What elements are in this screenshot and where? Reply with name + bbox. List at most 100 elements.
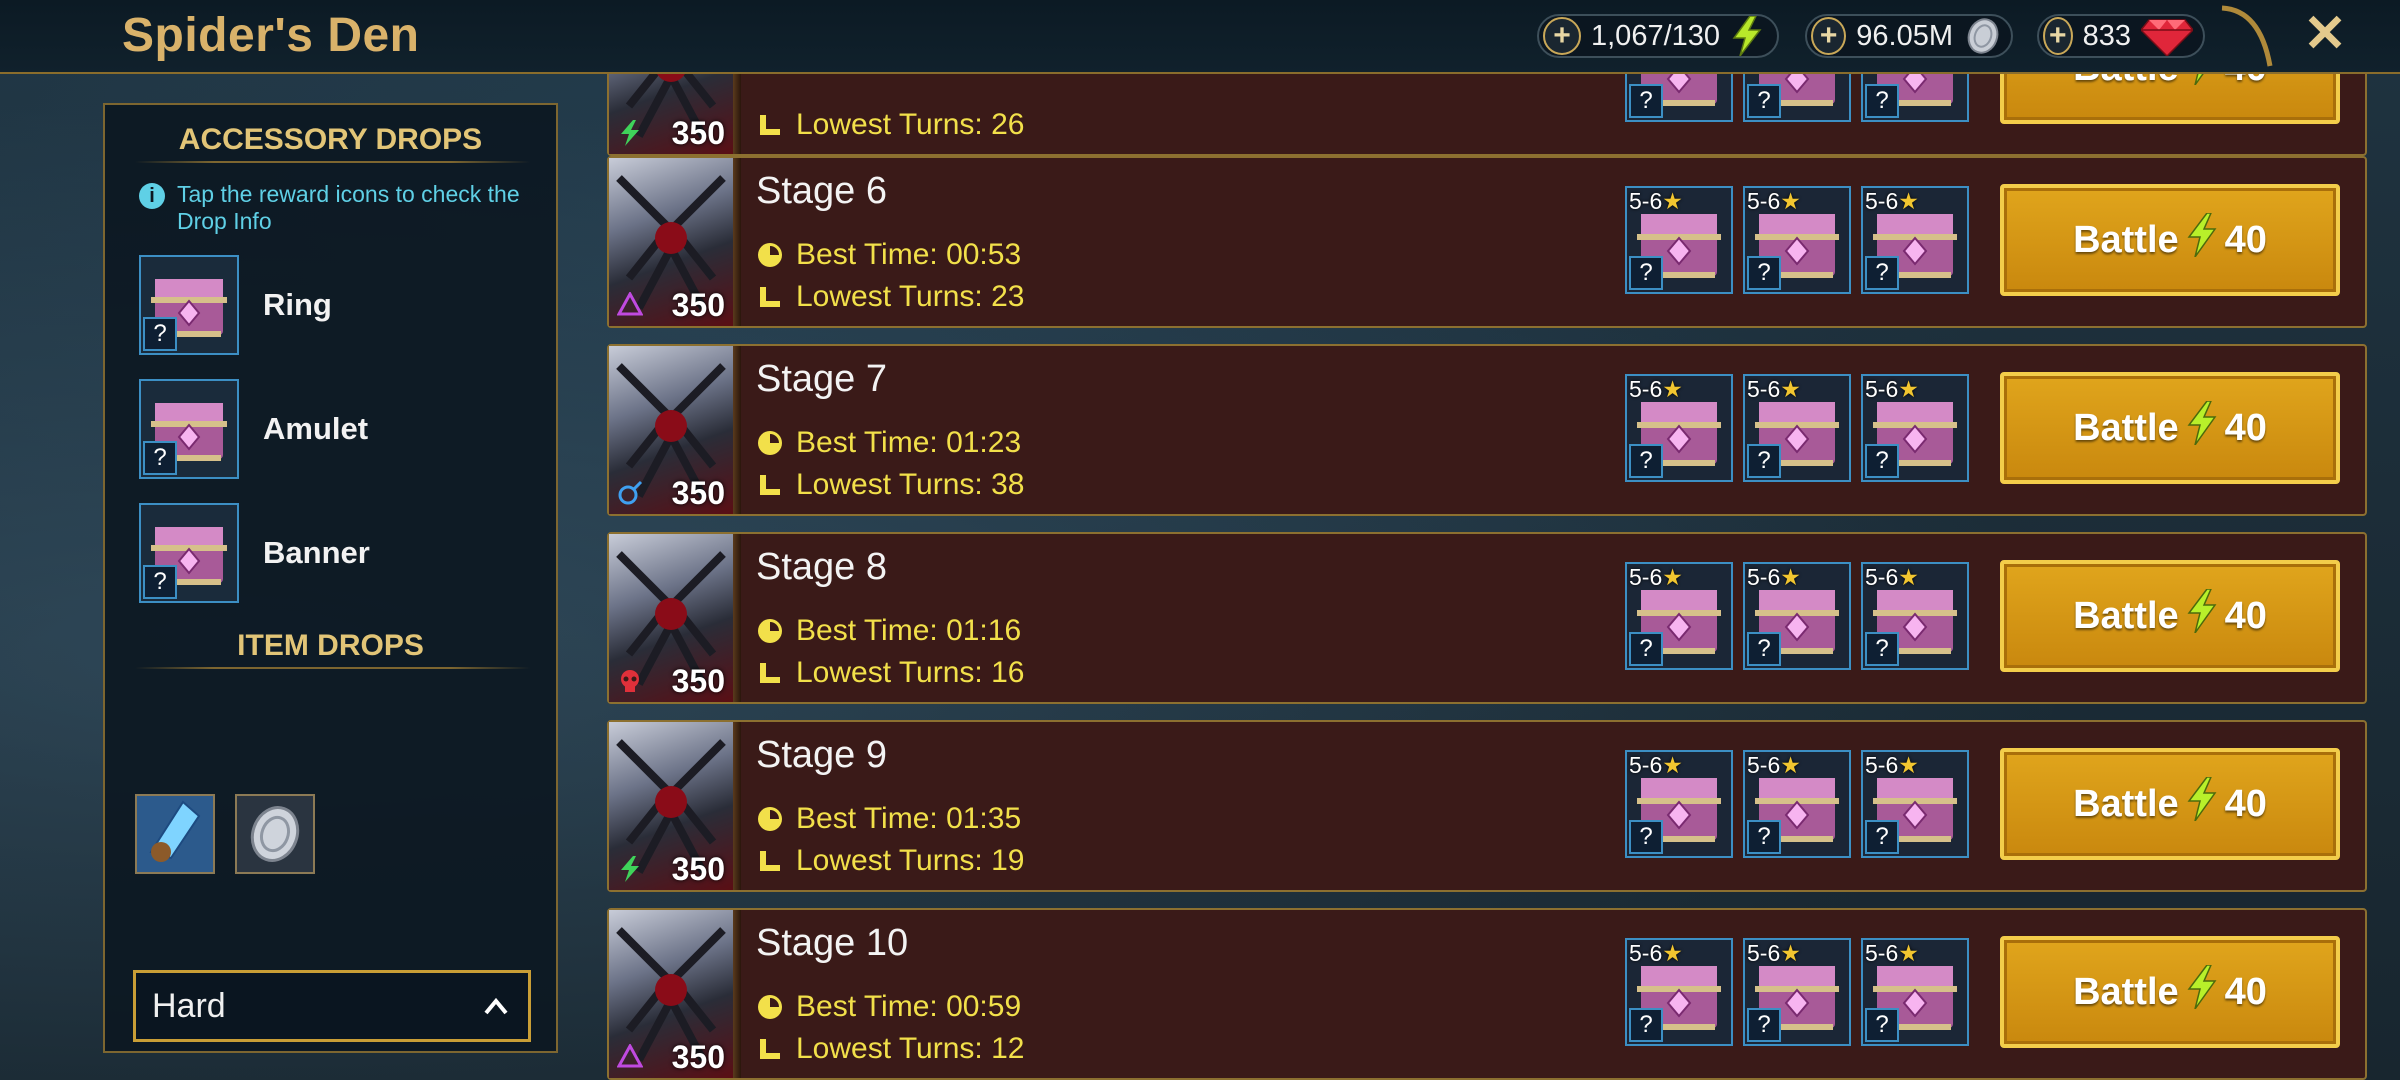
accessory-drop-banner[interactable]: ? Banner — [139, 503, 370, 603]
star-range: 5-6 — [1747, 188, 1781, 214]
reward-chest[interactable]: 5-6★? — [1861, 750, 1969, 858]
silver-counter[interactable]: + 96.05M — [1805, 14, 2013, 58]
lowest-turns-label: Lowest Turns: — [796, 1032, 983, 1065]
battle-button[interactable]: Battle 40 — [2000, 74, 2340, 124]
reward-list: 5-6★?5-6★?5-6★? — [1625, 562, 1969, 670]
energy-icon — [2187, 964, 2217, 1019]
battle-button[interactable]: Battle 40 — [2000, 748, 2340, 860]
stage-row[interactable]: 350 Stage 9 Best Time: 01:35 Lowest Turns: … — [607, 720, 2367, 892]
stage-list[interactable]: 350Lowest Turns: 265-6★?5-6★?5-6★?Battle… — [607, 74, 2367, 1080]
lowest-turns-value: 23 — [991, 280, 1025, 313]
stage-row[interactable]: 350 Stage 6 Best Time: 00:53 Lowest Turns: … — [607, 156, 2367, 328]
star-range: 5-6 — [1629, 752, 1663, 778]
reward-chest[interactable]: 5-6★? — [1625, 562, 1733, 670]
best-time: Best Time: 01:35 — [756, 802, 1021, 836]
drop-info-icon: ? — [1629, 632, 1663, 666]
star-range: 5-6 — [1747, 752, 1781, 778]
add-energy-button[interactable]: + — [1543, 17, 1581, 55]
battle-label: Battle — [2073, 74, 2179, 90]
boss-portrait: 350 — [609, 158, 733, 326]
energy-value: 1,067/130 — [1591, 19, 1721, 52]
star-icon: ★ — [1898, 376, 1919, 402]
battle-button[interactable]: Battle 40 — [2000, 372, 2340, 484]
chest-icon[interactable]: ? — [139, 379, 239, 479]
gem-counter[interactable]: + 833 — [2037, 14, 2205, 58]
divider — [135, 667, 530, 669]
reward-chest[interactable]: 5-6★? — [1743, 186, 1851, 294]
difficulty-select[interactable]: Hard — [133, 970, 531, 1042]
stage-row[interactable]: 350 Stage 7 Best Time: 01:23 Lowest Turns: … — [607, 344, 2367, 516]
best-time-value: 00:59 — [946, 990, 1022, 1023]
reward-chest[interactable]: 5-6★? — [1743, 74, 1851, 122]
affinity-magic-icon — [617, 480, 643, 506]
reward-list: 5-6★?5-6★?5-6★? — [1625, 74, 1969, 122]
reward-chest[interactable]: 5-6★? — [1861, 74, 1969, 122]
reward-chest[interactable]: 5-6★? — [1861, 186, 1969, 294]
close-button[interactable]: ✕ — [2300, 6, 2350, 62]
reward-chest[interactable]: 5-6★? — [1861, 374, 1969, 482]
reward-chest[interactable]: 5-6★? — [1625, 750, 1733, 858]
corner-ornament-icon — [2221, 5, 2273, 67]
energy-counter[interactable]: + 1,067/130 — [1537, 14, 1779, 58]
reward-chest[interactable]: 5-6★? — [1743, 750, 1851, 858]
star-icon: ★ — [1898, 752, 1919, 778]
add-gems-button[interactable]: + — [2043, 17, 2073, 55]
drop-info-icon: ? — [1865, 632, 1899, 666]
reward-chest[interactable]: 5-6★? — [1743, 374, 1851, 482]
turns-icon — [760, 115, 780, 135]
best-time-label: Best Time: — [796, 614, 938, 647]
star-range: 5-6 — [1629, 188, 1663, 214]
star-icon: ★ — [1898, 564, 1919, 590]
star-rank: 5-6★ — [1865, 188, 1919, 215]
stage-row[interactable]: 350 Stage 10 Best Time: 00:59 Lowest Turns:… — [607, 908, 2367, 1080]
battle-button[interactable]: Battle 40 — [2000, 184, 2340, 296]
boss-portrait: 350 — [609, 534, 733, 702]
star-range: 5-6 — [1747, 940, 1781, 966]
battle-button[interactable]: Battle 40 — [2000, 936, 2340, 1048]
accessory-drop-amulet[interactable]: ? Amulet — [139, 379, 368, 479]
battle-cost: 40 — [2224, 218, 2267, 261]
lowest-turns: Lowest Turns: 38 — [756, 468, 1024, 502]
star-icon: ★ — [1898, 940, 1919, 966]
best-time-label: Best Time: — [796, 426, 938, 459]
drop-info-icon: ? — [1865, 84, 1899, 118]
drop-info-icon: ? — [1747, 1008, 1781, 1042]
silver-coin-icon — [250, 806, 300, 862]
battle-label: Battle — [2073, 782, 2179, 825]
gem-value: 833 — [2082, 19, 2131, 52]
chest-icon[interactable]: ? — [139, 255, 239, 355]
reward-list: 5-6★?5-6★?5-6★? — [1625, 938, 1969, 1046]
lowest-turns: Lowest Turns: 12 — [756, 1032, 1024, 1066]
add-silver-button[interactable]: + — [1811, 17, 1847, 55]
lowest-turns-value: 26 — [991, 108, 1025, 141]
reward-chest[interactable]: 5-6★? — [1861, 938, 1969, 1046]
battle-button[interactable]: Battle 40 — [2000, 560, 2340, 672]
boss-portrait: 350 — [609, 74, 733, 154]
boss-portrait: 350 — [609, 722, 733, 890]
item-drop-silver[interactable] — [235, 794, 315, 874]
reward-chest[interactable]: 5-6★? — [1625, 186, 1733, 294]
reward-chest[interactable]: 5-6★? — [1743, 562, 1851, 670]
stage-row[interactable]: 350 Stage 8 Best Time: 01:16 Lowest Turns: … — [607, 532, 2367, 704]
turns-icon — [760, 663, 780, 683]
battle-label: Battle — [2073, 594, 2179, 637]
star-range: 5-6 — [1629, 376, 1663, 402]
reward-chest[interactable]: 5-6★? — [1625, 74, 1733, 122]
item-drop-potion[interactable] — [135, 794, 215, 874]
reward-chest[interactable]: 5-6★? — [1861, 562, 1969, 670]
chest-icon[interactable]: ? — [139, 503, 239, 603]
star-icon: ★ — [1780, 940, 1801, 966]
row-divider — [733, 74, 741, 154]
reward-chest[interactable]: 5-6★? — [1743, 938, 1851, 1046]
reward-chest[interactable]: 5-6★? — [1625, 374, 1733, 482]
potion-icon — [137, 796, 213, 872]
accessory-drop-ring[interactable]: ? Ring — [139, 255, 332, 355]
stage-row[interactable]: 350Lowest Turns: 265-6★?5-6★?5-6★?Battle… — [607, 74, 2367, 156]
reward-chest[interactable]: 5-6★? — [1625, 938, 1733, 1046]
drop-info-icon: ? — [1629, 84, 1663, 118]
affinity-void-icon — [616, 290, 644, 318]
drop-info-icon: ? — [1747, 444, 1781, 478]
boss-level: 350 — [671, 851, 725, 887]
chevron-up-icon — [482, 973, 510, 1063]
drop-info-icon: ? — [143, 441, 177, 475]
